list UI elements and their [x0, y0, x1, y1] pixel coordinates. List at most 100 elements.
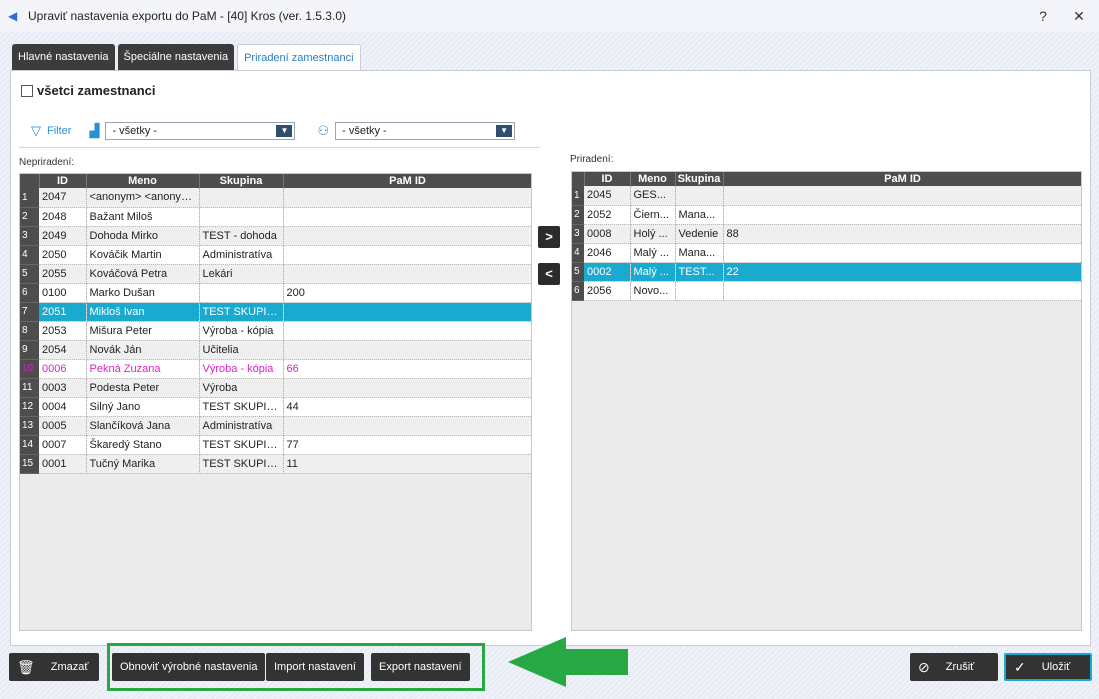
all-employees-checkbox[interactable] [21, 84, 33, 97]
cell-id: 0007 [39, 435, 87, 455]
cell-pam-id [283, 321, 531, 341]
row-number: 6 [20, 283, 39, 303]
filter-icon[interactable]: ▽ [31, 123, 41, 139]
cell-pam-id [283, 416, 531, 436]
cell-pam-id [723, 243, 1081, 263]
column-header-pam-id[interactable]: PaM ID [723, 172, 1081, 186]
row-number: 9 [20, 340, 39, 360]
cell-group [675, 186, 724, 206]
highlight-box [107, 643, 485, 691]
tab-special-settings[interactable]: Špeciálne nastavenia [117, 44, 235, 70]
tab-content-panel: všetci zamestnanci ▽ Filter ▟ - všetky -… [10, 70, 1091, 646]
delete-button[interactable]: 🗑 Zmazať [9, 653, 99, 681]
column-header-name[interactable]: Meno [86, 174, 200, 188]
cell-name: Mikloš Ivan [86, 302, 200, 322]
table-row[interactable]: 7 2051 Mikloš Ivan TEST SKUPINA [20, 302, 531, 322]
table-row[interactable]: 10 0006 Pekná Zuzana Výroba - kópia 66 [20, 359, 531, 379]
cell-pam-id [283, 340, 531, 360]
column-header-name[interactable]: Meno [630, 172, 676, 186]
column-header-id[interactable]: ID [584, 172, 631, 186]
row-number-header [572, 172, 585, 186]
cell-group: Vedenie [675, 224, 724, 244]
table-row[interactable]: 12 0004 Silný Jano TEST SKUPINA 44 [20, 397, 531, 417]
table-row[interactable]: 11 0003 Podesta Peter Výroba [20, 378, 531, 398]
cell-group: Výroba - kópia [199, 321, 284, 341]
close-button[interactable]: ✕ [1069, 6, 1089, 26]
cell-pam-id: 88 [723, 224, 1081, 244]
table-row[interactable]: 4 2046 Malý ... Mana... [572, 243, 1081, 263]
cell-name: Kováčik Martin [86, 245, 200, 265]
building-icon: ▟ [89, 123, 100, 138]
assign-button[interactable]: > [538, 226, 560, 248]
unassigned-grid[interactable]: ID Meno Skupina PaM ID 1 2047 <anonym> <an… [19, 173, 532, 631]
cancel-button[interactable]: ⊘ Zrušiť [910, 653, 998, 681]
cell-name: Marko Dušan [86, 283, 200, 303]
column-header-group[interactable]: Skupina [199, 174, 284, 188]
chevron-down-icon[interactable]: ▼ [496, 125, 513, 137]
cell-id: 2051 [39, 302, 87, 322]
table-row[interactable]: 14 0007 Škaredý Stano TEST SKUPINA 77 [20, 435, 531, 455]
cancel-button-label: Zrušiť [945, 661, 975, 673]
cell-name: Pekná Zuzana [86, 359, 200, 379]
type-select[interactable]: - všetky - ▼ [335, 122, 516, 140]
cell-pam-id: 22 [723, 262, 1081, 282]
cell-group: TEST SKUPINA [199, 454, 284, 474]
table-row[interactable]: 5 0002 Malý ... TEST... 22 [572, 262, 1081, 282]
table-row[interactable]: 9 2054 Novák Ján Učitelia [20, 340, 531, 360]
unassign-button[interactable]: < [538, 263, 560, 285]
delete-button-label: Zmazať [50, 661, 89, 673]
chevron-down-icon[interactable]: ▼ [276, 125, 293, 137]
group-select[interactable]: - všetky - ▼ [105, 122, 296, 140]
table-row[interactable]: 6 2056 Novo... [572, 281, 1081, 301]
table-row[interactable]: 4 2050 Kováčik Martin Administratíva [20, 245, 531, 265]
table-row[interactable]: 13 0005 Slančíková Jana Administratíva [20, 416, 531, 436]
filter-label[interactable]: Filter [47, 125, 71, 137]
cell-pam-id: 11 [283, 454, 531, 474]
all-employees-checkbox-row[interactable]: všetci zamestnanci [21, 83, 156, 98]
cell-pam-id: 66 [283, 359, 531, 379]
table-row[interactable]: 2 2048 Bažant Miloš [20, 207, 531, 227]
column-header-group[interactable]: Skupina [675, 172, 724, 186]
row-number: 6 [572, 281, 584, 301]
cell-group: TEST - dohoda [199, 226, 284, 246]
window-title: Upraviť nastavenia exportu do PaM - [40]… [28, 9, 346, 23]
tab-main-settings[interactable]: Hlavné nastavenia [12, 44, 115, 70]
tab-assigned-employees[interactable]: Priradení zamestnanci [237, 44, 361, 70]
table-row[interactable]: 1 2047 <anonym> <anonym> [20, 188, 531, 208]
save-button[interactable]: ✓ Uložiť [1004, 653, 1092, 681]
cell-name: Tučný Marika [86, 454, 200, 474]
row-number: 5 [20, 264, 39, 284]
cell-group [199, 283, 284, 303]
cell-group: TEST SKUPINA [199, 435, 284, 455]
assigned-label: Priradení: [570, 154, 614, 165]
help-button[interactable]: ? [1033, 6, 1053, 26]
row-number: 2 [572, 205, 584, 225]
cell-pam-id [283, 245, 531, 265]
assigned-table: ID Meno Skupina PaM ID 1 2045 GES... 2 2052 Č… [572, 172, 1081, 301]
row-number: 5 [572, 262, 584, 282]
row-number: 4 [572, 243, 584, 263]
column-header-pam-id[interactable]: PaM ID [283, 174, 531, 188]
trash-icon: 🗑 [17, 659, 35, 675]
cell-id: 2055 [39, 264, 87, 284]
row-number: 13 [20, 416, 39, 436]
table-row[interactable]: 8 2053 Mišura Peter Výroba - kópia [20, 321, 531, 341]
table-row[interactable]: 6 0100 Marko Dušan 200 [20, 283, 531, 303]
table-row[interactable]: 3 2049 Dohoda Mirko TEST - dohoda [20, 226, 531, 246]
table-row[interactable]: 3 0008 Holý ... Vedenie 88 [572, 224, 1081, 244]
table-row[interactable]: 2 2052 Čiern... Mana... [572, 205, 1081, 225]
cell-name: Škaredý Stano [86, 435, 200, 455]
assigned-grid[interactable]: ID Meno Skupina PaM ID 1 2045 GES... 2 2052 Č… [571, 171, 1082, 631]
column-header-id[interactable]: ID [39, 174, 87, 188]
group-select-value: - všetky - [112, 125, 158, 137]
table-row[interactable]: 1 2045 GES... [572, 186, 1081, 206]
table-row[interactable]: 5 2055 Kováčová Petra Lekári [20, 264, 531, 284]
cell-group [675, 281, 724, 301]
cancel-icon: ⊘ [918, 659, 930, 675]
table-row[interactable]: 15 0001 Tučný Marika TEST SKUPINA 11 [20, 454, 531, 474]
row-number: 7 [20, 302, 39, 322]
cell-id: 2047 [39, 188, 87, 208]
row-number-header [20, 174, 40, 188]
cell-pam-id [283, 207, 531, 227]
row-number: 10 [20, 359, 39, 379]
